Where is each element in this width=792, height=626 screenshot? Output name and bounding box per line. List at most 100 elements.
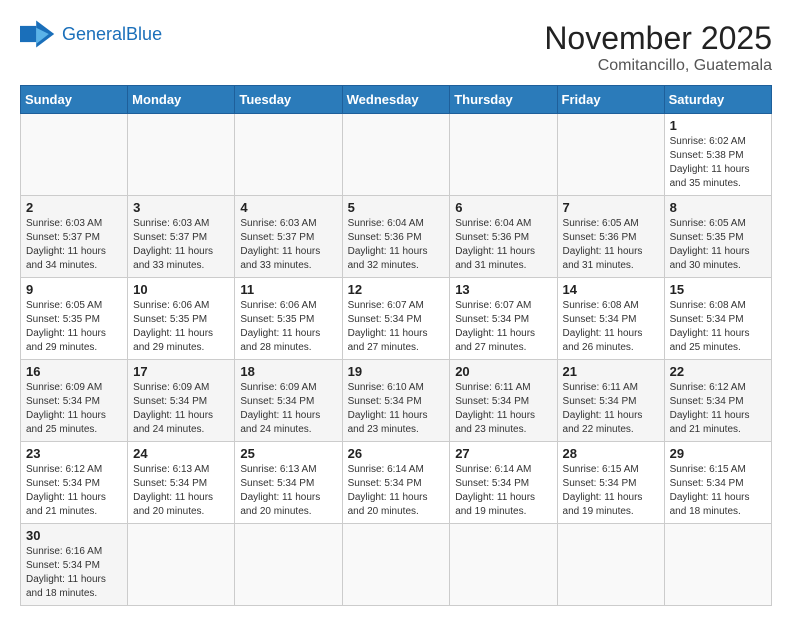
location-title: Comitancillo, Guatemala (544, 57, 772, 75)
calendar-cell: 26 Sunrise: 6:14 AM Sunset: 5:34 PM Dayli… (342, 442, 450, 524)
day-number: 15 (670, 282, 766, 297)
day-info: Sunrise: 6:03 AM Sunset: 5:37 PM Dayligh… (26, 217, 122, 273)
calendar-cell: 30 Sunrise: 6:16 AM Sunset: 5:34 PM Dayli… (21, 524, 128, 606)
day-number: 27 (455, 446, 551, 461)
day-number: 28 (563, 446, 659, 461)
calendar-cell (664, 524, 771, 606)
weekday-header-saturday: Saturday (664, 86, 771, 114)
day-info: Sunrise: 6:07 AM Sunset: 5:34 PM Dayligh… (348, 299, 445, 355)
month-title: November 2025 (544, 20, 772, 57)
calendar-week-row: 16Sunrise: 6:09 AM Sunset: 5:34 PM Dayli… (21, 360, 772, 442)
day-info: Sunrise: 6:07 AM Sunset: 5:34 PM Dayligh… (455, 299, 551, 355)
weekday-header-row: SundayMondayTuesdayWednesdayThursdayFrid… (21, 86, 772, 114)
day-number: 4 (240, 200, 336, 215)
day-info: Sunrise: 6:14 AM Sunset: 5:34 PM Dayligh… (455, 463, 551, 519)
day-info: Sunrise: 6:11 AM Sunset: 5:34 PM Dayligh… (563, 381, 659, 437)
title-block: November 2025 Comitancillo, Guatemala (544, 20, 772, 75)
calendar-week-row: 30 Sunrise: 6:16 AM Sunset: 5:34 PM Dayli… (21, 524, 772, 606)
day-info: Sunrise: 6:16 AM Sunset: 5:34 PM Dayligh… (26, 545, 122, 601)
day-number: 24 (133, 446, 229, 461)
logo-icon (20, 20, 56, 48)
calendar-week-row: 2 Sunrise: 6:03 AM Sunset: 5:37 PM Daylig… (21, 196, 772, 278)
calendar-cell (450, 114, 557, 196)
calendar-cell: 6Sunrise: 6:04 AM Sunset: 5:36 PM Daylig… (450, 196, 557, 278)
day-number: 14 (563, 282, 659, 297)
day-number: 11 (240, 282, 336, 297)
day-info: Sunrise: 6:03 AM Sunset: 5:37 PM Dayligh… (133, 217, 229, 273)
calendar-cell: 10 Sunrise: 6:06 AM Sunset: 5:35 PM Dayli… (128, 278, 235, 360)
calendar-cell (557, 524, 664, 606)
logo: GeneralBlue (20, 20, 162, 48)
day-info: Sunrise: 6:04 AM Sunset: 5:36 PM Dayligh… (348, 217, 445, 273)
day-number: 12 (348, 282, 445, 297)
day-number: 13 (455, 282, 551, 297)
calendar-cell: 25 Sunrise: 6:13 AM Sunset: 5:34 PM Dayli… (235, 442, 342, 524)
day-info: Sunrise: 6:09 AM Sunset: 5:34 PM Dayligh… (240, 381, 336, 437)
calendar-cell: 8Sunrise: 6:05 AM Sunset: 5:35 PM Daylig… (664, 196, 771, 278)
weekday-header-tuesday: Tuesday (235, 86, 342, 114)
calendar-cell (557, 114, 664, 196)
day-number: 7 (563, 200, 659, 215)
day-info: Sunrise: 6:05 AM Sunset: 5:35 PM Dayligh… (26, 299, 122, 355)
calendar-cell: 17 Sunrise: 6:09 AM Sunset: 5:34 PM Dayli… (128, 360, 235, 442)
page-header: GeneralBlue November 2025 Comitancillo, … (20, 20, 772, 75)
calendar-cell: 29 Sunrise: 6:15 AM Sunset: 5:34 PM Dayli… (664, 442, 771, 524)
calendar-cell (450, 524, 557, 606)
calendar-cell: 28Sunrise: 6:15 AM Sunset: 5:34 PM Dayli… (557, 442, 664, 524)
day-info: Sunrise: 6:02 AM Sunset: 5:38 PM Dayligh… (670, 135, 766, 191)
weekday-header-wednesday: Wednesday (342, 86, 450, 114)
day-number: 23 (26, 446, 122, 461)
calendar-week-row: 1Sunrise: 6:02 AM Sunset: 5:38 PM Daylig… (21, 114, 772, 196)
calendar-cell: 21 Sunrise: 6:11 AM Sunset: 5:34 PM Dayli… (557, 360, 664, 442)
day-number: 21 (563, 364, 659, 379)
calendar-cell: 13 Sunrise: 6:07 AM Sunset: 5:34 PM Dayli… (450, 278, 557, 360)
day-info: Sunrise: 6:15 AM Sunset: 5:34 PM Dayligh… (670, 463, 766, 519)
weekday-header-thursday: Thursday (450, 86, 557, 114)
day-info: Sunrise: 6:06 AM Sunset: 5:35 PM Dayligh… (133, 299, 229, 355)
day-number: 10 (133, 282, 229, 297)
day-number: 17 (133, 364, 229, 379)
calendar-cell: 23 Sunrise: 6:12 AM Sunset: 5:34 PM Dayli… (21, 442, 128, 524)
logo-text: GeneralBlue (62, 24, 162, 45)
calendar-cell: 27 Sunrise: 6:14 AM Sunset: 5:34 PM Dayli… (450, 442, 557, 524)
calendar-table: SundayMondayTuesdayWednesdayThursdayFrid… (20, 85, 772, 606)
day-info: Sunrise: 6:09 AM Sunset: 5:34 PM Dayligh… (133, 381, 229, 437)
calendar-cell: 7Sunrise: 6:05 AM Sunset: 5:36 PM Daylig… (557, 196, 664, 278)
day-number: 18 (240, 364, 336, 379)
day-number: 26 (348, 446, 445, 461)
calendar-cell: 2 Sunrise: 6:03 AM Sunset: 5:37 PM Daylig… (21, 196, 128, 278)
day-info: Sunrise: 6:12 AM Sunset: 5:34 PM Dayligh… (670, 381, 766, 437)
calendar-cell: 15 Sunrise: 6:08 AM Sunset: 5:34 PM Dayli… (664, 278, 771, 360)
calendar-cell: 1Sunrise: 6:02 AM Sunset: 5:38 PM Daylig… (664, 114, 771, 196)
day-info: Sunrise: 6:14 AM Sunset: 5:34 PM Dayligh… (348, 463, 445, 519)
calendar-cell: 4Sunrise: 6:03 AM Sunset: 5:37 PM Daylig… (235, 196, 342, 278)
calendar-week-row: 23 Sunrise: 6:12 AM Sunset: 5:34 PM Dayli… (21, 442, 772, 524)
day-info: Sunrise: 6:11 AM Sunset: 5:34 PM Dayligh… (455, 381, 551, 437)
calendar-cell (342, 524, 450, 606)
day-info: Sunrise: 6:13 AM Sunset: 5:34 PM Dayligh… (240, 463, 336, 519)
calendar-cell: 19 Sunrise: 6:10 AM Sunset: 5:34 PM Dayli… (342, 360, 450, 442)
day-number: 25 (240, 446, 336, 461)
calendar-cell: 22 Sunrise: 6:12 AM Sunset: 5:34 PM Dayli… (664, 360, 771, 442)
day-info: Sunrise: 6:09 AM Sunset: 5:34 PM Dayligh… (26, 381, 122, 437)
calendar-cell (128, 524, 235, 606)
day-number: 29 (670, 446, 766, 461)
day-number: 19 (348, 364, 445, 379)
day-number: 3 (133, 200, 229, 215)
day-info: Sunrise: 6:08 AM Sunset: 5:34 PM Dayligh… (670, 299, 766, 355)
day-number: 22 (670, 364, 766, 379)
weekday-header-sunday: Sunday (21, 86, 128, 114)
day-number: 30 (26, 528, 122, 543)
day-info: Sunrise: 6:12 AM Sunset: 5:34 PM Dayligh… (26, 463, 122, 519)
day-number: 6 (455, 200, 551, 215)
day-number: 20 (455, 364, 551, 379)
day-info: Sunrise: 6:10 AM Sunset: 5:34 PM Dayligh… (348, 381, 445, 437)
calendar-cell: 12 Sunrise: 6:07 AM Sunset: 5:34 PM Dayli… (342, 278, 450, 360)
calendar-cell (235, 524, 342, 606)
calendar-cell (342, 114, 450, 196)
weekday-header-monday: Monday (128, 86, 235, 114)
calendar-cell (235, 114, 342, 196)
calendar-week-row: 9Sunrise: 6:05 AM Sunset: 5:35 PM Daylig… (21, 278, 772, 360)
calendar-cell: 3 Sunrise: 6:03 AM Sunset: 5:37 PM Daylig… (128, 196, 235, 278)
day-number: 2 (26, 200, 122, 215)
